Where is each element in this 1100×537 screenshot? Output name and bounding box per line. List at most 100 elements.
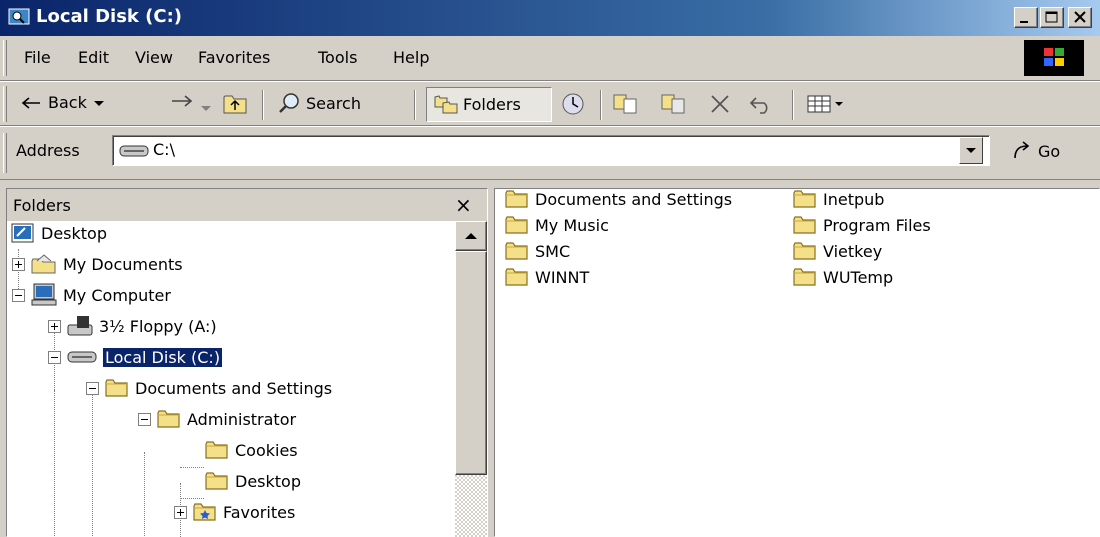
collapse-icon[interactable] [138,412,151,426]
toolbar-grip[interactable] [3,40,7,76]
folders-button[interactable]: Folders [426,87,552,122]
tree-label: My Computer [63,285,171,305]
address-dropdown[interactable] [959,137,983,164]
toolbar-grip[interactable] [3,86,7,122]
scroll-up-button[interactable] [455,221,487,251]
menu-edit[interactable]: Edit [78,48,109,67]
up-folder-icon [223,95,247,114]
history-button[interactable] [560,91,586,121]
forward-button[interactable] [170,93,194,113]
work-area: Folders × Desktop My Documents My Comput… [0,180,1100,537]
maximize-icon [1045,11,1058,23]
collapse-icon[interactable] [48,350,61,364]
tree-item-floppy[interactable]: 3½ Floppy (A:) [48,311,217,341]
folder-tree: Desktop My Documents My Computer 3½ Flop… [7,221,455,537]
tree-item-cookies[interactable]: Cookies [205,435,298,465]
collapse-icon[interactable] [12,288,25,302]
folder-icon [793,267,817,287]
forward-arrow-icon [172,95,193,107]
search-icon [279,93,299,113]
copy-to-button[interactable] [660,91,688,121]
folder-item[interactable]: My Music [505,212,609,238]
folder-name: Inetpub [823,189,885,209]
expand-icon[interactable] [12,257,25,271]
menu-tools[interactable]: Tools [318,48,357,67]
tree-item-favorites[interactable]: Favorites [174,497,295,527]
go-button[interactable]: Go [1012,141,1060,161]
scroll-thumb[interactable] [455,251,487,475]
address-input[interactable]: C:\ [112,135,990,166]
folder-icon [793,215,817,235]
folder-name: WINNT [535,267,590,287]
views-button[interactable] [806,93,844,115]
folder-name: Documents and Settings [535,189,733,209]
tree-item-my-computer[interactable]: My Computer [12,280,171,310]
search-button[interactable]: Search [278,91,361,115]
tree-label: My Documents [63,254,183,274]
tree-label: Desktop [235,471,301,491]
expand-icon[interactable] [174,505,187,519]
folders-pane: Folders × Desktop My Documents My Comput… [6,188,488,537]
windows-flag-icon [1044,48,1064,66]
menu-view[interactable]: View [135,48,173,67]
move-to-button[interactable] [612,91,640,121]
folder-item[interactable]: Inetpub [793,186,884,212]
tree-item-local-disk[interactable]: Local Disk (C:) [48,342,224,372]
folder-name: My Music [535,215,609,235]
folder-icon [505,241,529,261]
tree-label: Documents and Settings [135,378,333,398]
expand-icon[interactable] [48,319,61,333]
folder-icon [157,409,181,429]
chevron-up-icon [465,233,477,239]
folder-item[interactable]: WUTemp [793,264,893,290]
chevron-down-icon [201,106,211,111]
folder-item[interactable]: WINNT [505,264,589,290]
hard-drive-icon [67,351,97,363]
go-label: Go [1038,141,1061,161]
address-value: C:\ [153,140,175,159]
favorites-folder-icon [193,502,217,522]
window-title: Local Disk (C:) [36,6,183,27]
toolbar-grip[interactable] [3,133,7,173]
menu-favorites[interactable]: Favorites [198,48,270,67]
tree-item-documents-and-settings[interactable]: Documents and Settings [86,373,332,403]
collapse-icon[interactable] [86,381,99,395]
chevron-down-icon [93,100,104,106]
folders-scrollbar[interactable] [455,221,487,537]
tree-label: Favorites [223,502,296,522]
up-folder-button[interactable] [222,91,248,119]
folder-icon [793,189,817,209]
folder-name: Vietkey [823,241,883,261]
minimize-icon [1020,21,1028,23]
tree-label: 3½ Floppy (A:) [99,316,217,336]
maximize-button[interactable] [1040,7,1064,28]
tree-label: Cookies [235,440,298,460]
search-label: Search [306,93,361,113]
undo-button[interactable] [748,93,774,119]
folders-pane-close[interactable]: × [455,193,472,217]
forward-dropdown[interactable] [200,99,212,118]
address-bar: Address C:\ Go [0,126,1100,180]
hard-drive-icon [119,145,149,157]
minimize-button[interactable] [1014,7,1038,28]
close-button[interactable] [1068,7,1092,28]
tree-item-my-documents[interactable]: My Documents [12,249,183,279]
tree-item-desktop[interactable]: Desktop [11,221,107,248]
folder-item[interactable]: Documents and Settings [505,186,732,212]
tree-item-administrator[interactable]: Administrator [138,404,296,434]
my-computer-icon [31,283,57,306]
folder-icon [505,189,529,209]
folder-item[interactable]: Program Files [793,212,931,238]
folder-item[interactable]: Vietkey [793,238,882,264]
back-label: Back [48,93,87,112]
tree-label-selected: Local Disk (C:) [101,346,224,368]
delete-button[interactable] [708,93,732,119]
tree-item-user-desktop[interactable]: Desktop [205,466,301,496]
folder-icon [505,267,529,287]
tree-label: Desktop [41,223,107,243]
folder-name: SMC [535,241,571,261]
menu-help[interactable]: Help [393,48,429,67]
menu-file[interactable]: File [24,48,51,67]
back-button[interactable]: Back [20,93,105,112]
folder-item[interactable]: SMC [505,238,570,264]
